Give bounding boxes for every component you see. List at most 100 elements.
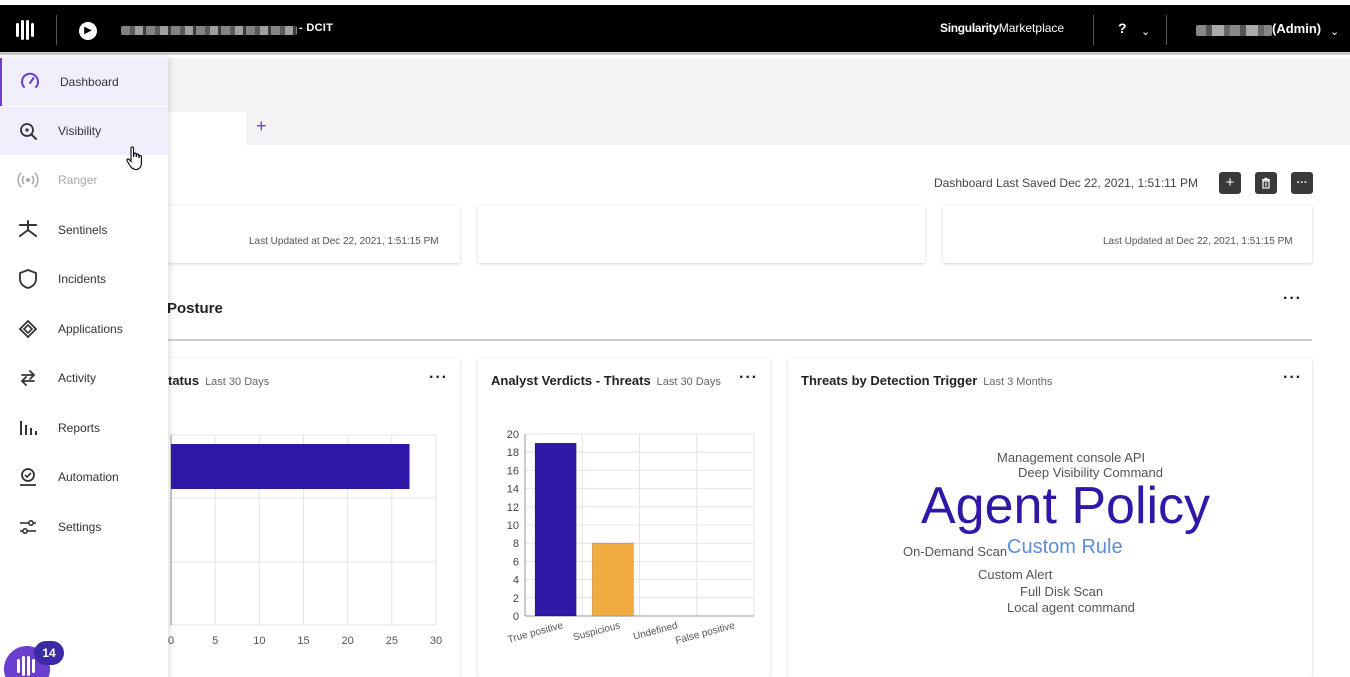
robot-icon (20, 468, 36, 486)
marketplace-label: Marketplace (998, 21, 1065, 35)
asterisk-icon (19, 220, 37, 237)
sentinelone-logo-icon[interactable] (14, 18, 38, 42)
sidebar-item-label: Settings (58, 520, 102, 534)
widget-title: Threats by Detection Trigger Last 3 Month… (801, 373, 1052, 388)
sidebar-item-incidents[interactable]: Incidents (0, 255, 168, 303)
search-icon (20, 123, 37, 140)
sidebar-item-label: Visibility (58, 124, 102, 138)
summary-card-3: Last Updated at Dec 22, 2021, 1:51:15 PM (943, 205, 1312, 263)
bar (171, 444, 410, 489)
word-cloud-term[interactable]: Agent Policy (921, 476, 1210, 536)
widget-title-text: Threats by Detection Trigger (801, 373, 978, 388)
chart-x-ticks: True positive Suspicious UndefinedFalse po… (507, 620, 737, 647)
word-cloud-term[interactable]: Full Disk Scan (1020, 584, 1103, 599)
summary-card-2 (478, 205, 925, 263)
tick-label: 12 (507, 502, 519, 514)
tick-label: 8 (513, 538, 519, 550)
sidebar-item-label: Incidents (58, 272, 107, 286)
tick-label: 30 (430, 635, 442, 647)
tick-label: 20 (507, 429, 519, 441)
last-updated-text: Last Updated at Dec 22, 2021, 1:51:15 PM (249, 236, 439, 247)
tick-label: 5 (212, 635, 218, 647)
category-label: Suspicious (572, 620, 622, 643)
widget-range: Last 3 Months (983, 376, 1053, 388)
dashboard-more-button[interactable]: ··· (1291, 172, 1313, 194)
summary-card-1: Last Updated at Dec 22, 2021, 1:51:15 PM (168, 205, 460, 263)
sidebar-item-automation[interactable]: Automation (0, 453, 168, 501)
last-updated-text: Last Updated at Dec 22, 2021, 1:51:15 PM (1103, 236, 1293, 247)
tick-label: 0 (168, 635, 174, 647)
signal-icon (17, 172, 39, 188)
sidebar-item-label: Reports (58, 421, 101, 435)
gauge-icon (21, 72, 39, 88)
expand-sidebar-button[interactable]: ▶ (79, 22, 97, 40)
hand-cursor-icon (126, 146, 142, 171)
site-name[interactable]: - DCIT (299, 22, 333, 34)
tick-label: 10 (507, 520, 519, 532)
tick-label: 4 (513, 575, 519, 587)
sidebar-item-label: Automation (58, 470, 119, 484)
chart-bars (534, 442, 634, 617)
sidebar-item-sentinels[interactable]: Sentinels (0, 206, 168, 254)
section-more-button[interactable]: ··· (1283, 290, 1302, 308)
tick-label: 25 (386, 635, 398, 647)
word-cloud-term[interactable]: Custom Alert (978, 567, 1052, 582)
bar (591, 542, 634, 617)
divider (56, 15, 57, 45)
tick-label: 0 (513, 611, 519, 623)
bar (534, 442, 577, 617)
sidebar-item-dashboard[interactable]: Dashboard (0, 58, 168, 106)
detection-trigger-widget: Threats by Detection Trigger Last 3 Month… (788, 358, 1312, 677)
marketplace-brand: Singularity (940, 21, 999, 35)
sidebar-item-applications[interactable]: Applications (0, 305, 168, 353)
sidebar-item-settings[interactable]: Settings (0, 503, 168, 551)
tick-label: 14 (507, 484, 519, 496)
trash-icon (1262, 177, 1270, 189)
category-label: True positive (507, 620, 565, 645)
sidebar-item-label: Applications (58, 322, 123, 336)
bar-chart-icon (20, 421, 37, 435)
analyst-verdicts-widget: Analyst Verdicts - Threats Last 30 Days ·… (478, 358, 770, 677)
divider (1093, 15, 1094, 45)
section-title: Posture (167, 300, 223, 317)
sidebar-item-reports[interactable]: Reports (0, 404, 168, 452)
status-chart: 0 5 10 15 20 25 30 (168, 434, 442, 647)
sidebar-item-label: Sentinels (58, 223, 108, 237)
help-button[interactable]: ? (1118, 20, 1127, 36)
chevron-down-icon[interactable]: ⌄ (1141, 25, 1150, 38)
diamond-icon (18, 319, 38, 339)
user-name-redacted[interactable] (1196, 25, 1272, 36)
chevron-down-icon[interactable]: ⌄ (1330, 25, 1339, 38)
divider (1166, 15, 1167, 45)
add-widget-button[interactable]: + (1219, 172, 1241, 194)
tick-label: 6 (513, 556, 519, 568)
tick-label: 15 (297, 635, 309, 647)
notification-count-badge[interactable]: 14 (34, 641, 64, 665)
sliders-icon (20, 520, 36, 535)
top-bar: ▶ - DCIT SingularityMarketplace ? ⌄ (Adm… (0, 0, 1350, 58)
word-cloud-term[interactable]: Local agent command (1007, 600, 1135, 615)
word-cloud-term[interactable]: Management console API (997, 450, 1145, 465)
dashboard-tab[interactable] (168, 112, 246, 146)
user-role[interactable]: (Admin) (1272, 21, 1321, 36)
top-bar-inner: ▶ - DCIT SingularityMarketplace ? ⌄ (Adm… (0, 5, 1350, 55)
chart-x-ticks: 0 5 10 15 20 25 30 (168, 635, 442, 647)
last-saved-text: Dashboard Last Saved Dec 22, 2021, 1:51:… (934, 176, 1198, 190)
chart-y-ticks: 0 2 4 6 8 10 12 14 16 18 20 (507, 429, 519, 623)
add-tab-button[interactable]: + (256, 116, 267, 137)
sidebar-item-label: Dashboard (60, 75, 119, 89)
marketplace-link[interactable]: SingularityMarketplace (940, 21, 1064, 35)
word-cloud-term[interactable]: Custom Rule (1007, 536, 1123, 559)
delete-dashboard-button[interactable] (1255, 172, 1277, 194)
tick-label: 16 (507, 465, 519, 477)
arrows-icon (20, 370, 36, 386)
chart-bars (171, 444, 410, 489)
sidebar-item-activity[interactable]: Activity (0, 354, 168, 402)
tick-label: 2 (513, 593, 519, 605)
category-label: False positive (674, 620, 736, 647)
word-cloud-term[interactable]: On-Demand Scan (903, 544, 1007, 559)
verdicts-chart: 0 2 4 6 8 10 12 14 16 18 20 True positive Suspiciou… (507, 429, 755, 647)
site-scope-redacted[interactable] (121, 26, 297, 35)
section-divider (168, 339, 1312, 341)
widget-more-button[interactable]: ··· (1283, 369, 1302, 387)
